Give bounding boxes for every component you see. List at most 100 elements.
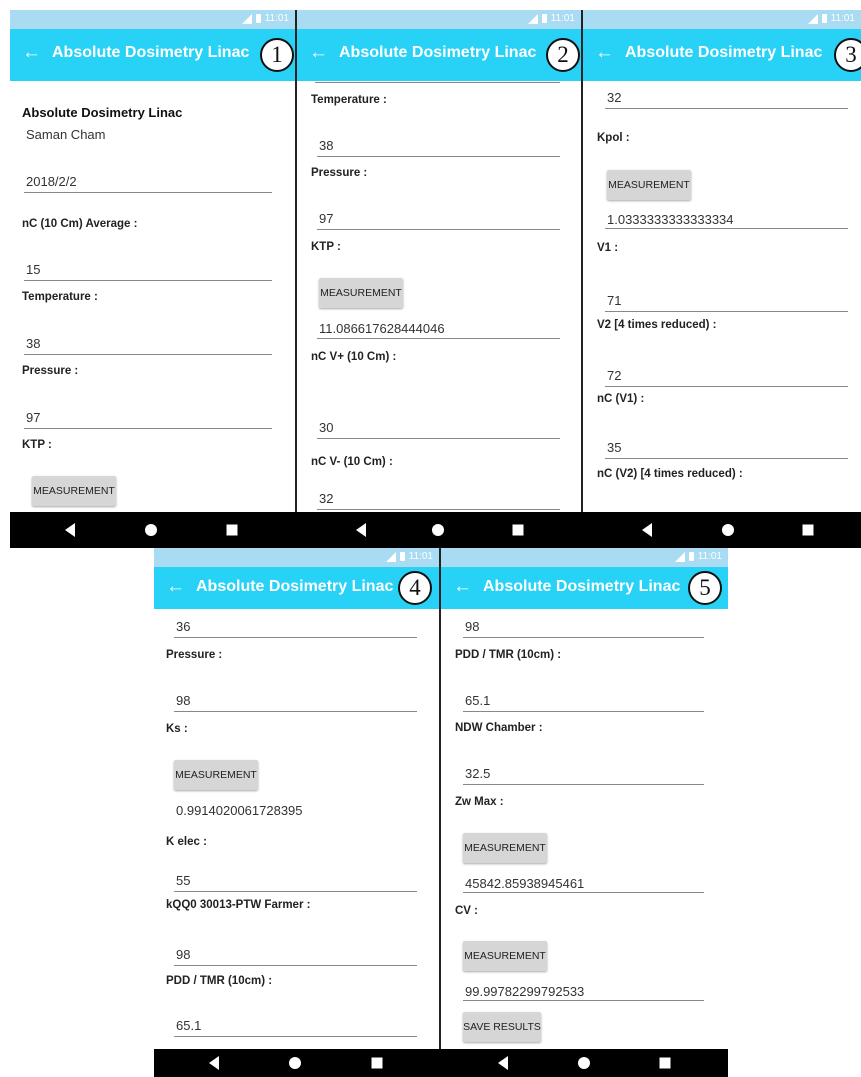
nc-average-field[interactable]: 15 (24, 256, 272, 281)
nav-recents-icon[interactable] (802, 524, 814, 536)
nav-back-icon[interactable] (65, 523, 75, 537)
status-time: 11:01 (830, 13, 855, 24)
top-value-field[interactable]: 32 (605, 84, 848, 109)
v1-field[interactable]: 71 (605, 287, 848, 312)
pdd-field[interactable]: 65.1 (174, 1012, 417, 1037)
status-bar: 11:01 (10, 10, 295, 29)
nav-recents-icon[interactable] (512, 524, 524, 536)
app-bar: ← Absolute Dosimetry Linac 3 (583, 29, 861, 81)
top-value-field[interactable]: 36 (174, 613, 417, 638)
battery-icon (399, 552, 405, 561)
measurement-button[interactable]: MEASUREMENT (174, 760, 258, 790)
nc-vplus-field[interactable]: 30 (317, 414, 560, 439)
app-bar: ← Absolute Dosimetry Linac 5 (441, 567, 728, 609)
step-badge: 4 (398, 571, 432, 605)
pressure-field[interactable]: 97 (24, 404, 272, 429)
pdd-label: PDD / TMR (10cm) : (166, 975, 273, 987)
status-time: 11:01 (264, 13, 289, 24)
nc-vminus-field[interactable]: 32 (317, 485, 560, 510)
battery-icon (541, 14, 547, 23)
nav-home-icon[interactable] (578, 1057, 590, 1069)
form-content: Temperature : 38 Pressure : 97 KTP : MEA… (297, 81, 581, 512)
cv-measurement-button[interactable]: MEASUREMENT (463, 941, 547, 971)
nc-vminus-label: nC V- (10 Cm) : (311, 456, 393, 468)
measurement-button[interactable]: MEASUREMENT (32, 476, 116, 506)
zw-label: Zw Max : (455, 796, 504, 808)
back-arrow-icon[interactable]: ← (309, 42, 328, 64)
temperature-label: Temperature : (22, 291, 98, 303)
nc-v2-label: nC (V2) [4 times reduced) : (597, 468, 743, 480)
back-arrow-icon[interactable]: ← (595, 42, 614, 64)
nav-back-icon[interactable] (498, 1056, 508, 1070)
ktp-label: KTP : (311, 241, 341, 253)
back-arrow-icon[interactable]: ← (166, 576, 185, 598)
ndw-field[interactable]: 32.5 (463, 760, 704, 785)
kelec-label: K elec : (166, 836, 207, 848)
nav-recents-icon[interactable] (371, 1057, 383, 1069)
status-time: 11:01 (550, 13, 575, 24)
battery-icon (255, 14, 261, 23)
screen-5: 11:01 ← Absolute Dosimetry Linac 5 98 PD… (441, 548, 728, 1049)
app-title: Absolute Dosimetry Linac (339, 44, 537, 61)
pressure-label: Pressure : (166, 649, 223, 661)
field-underline (463, 892, 704, 893)
back-arrow-icon[interactable]: ← (22, 42, 41, 64)
pressure-field[interactable]: 97 (317, 205, 560, 230)
ks-result: 0.9914020061728395 (176, 803, 303, 818)
signal-icon (527, 13, 538, 24)
date-field[interactable]: 2018/2/2 (24, 168, 272, 193)
field-underline (605, 228, 848, 229)
nav-home-icon[interactable] (722, 524, 734, 536)
nav-home-icon[interactable] (289, 1057, 301, 1069)
measurement-button[interactable]: MEASUREMENT (319, 278, 403, 308)
field-underline (315, 82, 560, 83)
name-field[interactable]: Saman Cham (24, 121, 272, 145)
nav-bar (154, 1049, 728, 1077)
app-title: Absolute Dosimetry Linac (52, 44, 250, 61)
measurement-button[interactable]: MEASUREMENT (607, 170, 691, 200)
nc-v1-field[interactable]: 35 (605, 434, 848, 459)
battery-icon (688, 552, 694, 561)
nav-back-icon[interactable] (209, 1056, 219, 1070)
status-bar: 11:01 (441, 548, 728, 567)
form-content: 32 Kpol : MEASUREMENT 1.0333333333333334… (583, 81, 861, 512)
back-arrow-icon[interactable]: ← (453, 576, 472, 598)
pdd-field[interactable]: 65.1 (463, 687, 704, 712)
measurement-button[interactable]: MEASUREMENT (463, 833, 547, 863)
step-badge: 3 (834, 38, 861, 72)
v2-field[interactable]: 72 (605, 362, 848, 387)
kelec-field[interactable]: 55 (174, 867, 417, 892)
signal-icon (807, 13, 818, 24)
battery-icon (821, 14, 827, 23)
nav-home-icon[interactable] (432, 524, 444, 536)
status-time: 11:01 (408, 551, 433, 562)
zw-result: 45842.85938945461 (465, 876, 585, 891)
screen-2: 11:01 ← Absolute Dosimetry Linac 2 Tempe… (297, 10, 581, 512)
nav-recents-icon[interactable] (659, 1057, 671, 1069)
top-value-field[interactable]: 98 (463, 613, 704, 638)
nav-back-icon[interactable] (642, 523, 652, 537)
screen-1: 11:01 ← Absolute Dosimetry Linac 1 Absol… (10, 10, 295, 512)
cv-label: CV : (455, 905, 478, 917)
status-bar: 11:01 (154, 548, 439, 567)
pressure-field[interactable]: 98 (174, 687, 417, 712)
temperature-label: Temperature : (311, 94, 387, 106)
pressure-label: Pressure : (311, 167, 368, 179)
temperature-field[interactable]: 38 (317, 132, 560, 157)
nav-home-icon[interactable] (145, 524, 157, 536)
nc-v2-field[interactable]: 36 (605, 505, 848, 512)
step-badge: 1 (260, 38, 294, 72)
nc-vplus-label: nC V+ (10 Cm) : (311, 351, 397, 363)
form-heading: Absolute Dosimetry Linac (22, 105, 183, 120)
nc-v1-label: nC (V1) : (597, 393, 645, 405)
status-bar: 11:01 (297, 10, 581, 29)
step-badge: 5 (688, 571, 722, 605)
temperature-field[interactable]: 38 (24, 330, 272, 355)
kqq0-field[interactable]: 98 (174, 941, 417, 966)
save-results-button[interactable]: SAVE RESULTS (463, 1012, 541, 1042)
nav-back-icon[interactable] (356, 523, 366, 537)
status-time: 11:01 (697, 551, 722, 562)
nav-recents-icon[interactable] (226, 524, 238, 536)
v2-label: V2 [4 times reduced) : (597, 319, 717, 331)
screen-3: 11:01 ← Absolute Dosimetry Linac 3 32 Kp… (583, 10, 861, 512)
